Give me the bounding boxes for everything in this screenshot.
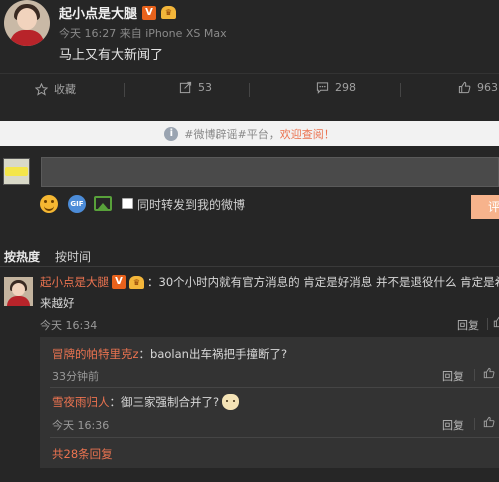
info-icon: i: [164, 126, 179, 141]
reply-reply-button[interactable]: 回复: [442, 368, 464, 384]
verified-badge-icon: V: [142, 5, 157, 20]
thumbs-up-icon[interactable]: [483, 367, 495, 379]
comment-count: 298: [335, 81, 356, 94]
reply-line: 雪夜雨归人 ：御三家强制合并了?: [52, 394, 240, 410]
commenter-avatar[interactable]: [4, 277, 33, 306]
comment-text-continued: 来越好: [40, 296, 75, 310]
more-replies-link[interactable]: 共28条回复: [52, 446, 113, 462]
submit-comment-button[interactable]: 评论: [471, 195, 499, 219]
action-divider: [124, 83, 125, 97]
gif-icon[interactable]: GIF: [68, 195, 86, 213]
image-icon[interactable]: [94, 196, 112, 211]
post-time: 今天 16:27: [59, 27, 117, 40]
divider: [0, 266, 499, 267]
like-button[interactable]: 963: [458, 81, 498, 94]
favorite-label: 收藏: [54, 83, 76, 96]
reply-text: ：baolan出车祸把手撞断了?: [138, 347, 288, 361]
comment-input[interactable]: [41, 157, 499, 187]
thumbs-up-icon[interactable]: [493, 316, 499, 328]
cat-emoji-icon: [222, 394, 240, 410]
divider: [487, 318, 488, 330]
action-divider: [249, 83, 250, 97]
tab-sort-hot[interactable]: 按热度: [4, 248, 40, 265]
comment-text: ：30个小时内就有官方消息的 肯定是好消息 并不是退役什么 肯定是希望: [147, 275, 499, 289]
avatar-face: [12, 283, 25, 296]
post-source-prefix: 来自: [119, 27, 142, 40]
thumbs-up-icon[interactable]: [483, 416, 495, 428]
reply-author[interactable]: 冒牌的帕特里克z: [52, 346, 139, 362]
notice-text: #微博辟谣#平台，: [184, 127, 280, 141]
commenter-name[interactable]: 起小点是大腿: [40, 274, 109, 290]
favorite-button[interactable]: 收藏: [35, 81, 76, 97]
action-bar: 收藏 53 298 963: [0, 73, 499, 103]
reply-line: 冒牌的帕特里克z ：baolan出车祸把手撞断了?: [52, 346, 287, 362]
divider: [50, 387, 499, 388]
action-divider: [400, 83, 401, 97]
comment-icon: [316, 82, 329, 94]
notice-link[interactable]: 欢迎查阅！: [280, 126, 335, 142]
rumor-notice[interactable]: i #微博辟谣#平台， 欢迎查阅！: [0, 121, 499, 146]
post-text: 马上又有大新闻了: [59, 48, 164, 63]
reply-reply-button[interactable]: 回复: [442, 417, 464, 433]
my-avatar: [3, 158, 30, 185]
avatar-body: [7, 296, 30, 306]
comment-button[interactable]: 298: [316, 81, 356, 94]
comment-reply-button[interactable]: 回复: [457, 317, 479, 333]
comment-time: 今天 16:34: [40, 319, 98, 332]
avatar-tag: [5, 167, 28, 176]
member-crown-icon: ♛: [129, 275, 144, 289]
emoji-icon[interactable]: [40, 195, 58, 213]
avatar-face: [17, 8, 37, 30]
divider: [474, 418, 475, 430]
post-meta: 今天 16:27 来自 iPhone XS Max: [59, 25, 227, 41]
repost-checkbox-label: 同时转发到我的微博: [137, 198, 246, 212]
repost-icon: [179, 81, 192, 94]
star-icon: [35, 82, 48, 96]
reply-text: ：御三家强制合并了?: [109, 395, 220, 409]
replies-box: 冒牌的帕特里克z ：baolan出车祸把手撞断了? 33分钟前 回复 雪夜雨归人…: [40, 337, 499, 468]
avatar-body: [10, 30, 44, 46]
tab-sort-time[interactable]: 按时间: [55, 248, 91, 265]
reply-author[interactable]: 雪夜雨归人: [52, 394, 110, 410]
post-source: iPhone XS Max: [145, 27, 227, 40]
author-name[interactable]: 起小点是大腿: [59, 3, 137, 22]
reply-time: 33分钟前: [52, 370, 99, 383]
repost-checkbox[interactable]: [122, 198, 133, 209]
reply-time: 今天 16:36: [52, 419, 110, 432]
member-crown-icon: ♛: [161, 6, 177, 19]
author-avatar[interactable]: [4, 0, 50, 46]
divider: [474, 369, 475, 381]
thumbs-up-icon: [458, 81, 471, 94]
post-author: 起小点是大腿 V ♛: [59, 3, 177, 22]
repost-count: 53: [198, 81, 212, 94]
repost-button[interactable]: 53: [179, 81, 212, 94]
verified-badge-icon: V: [112, 275, 126, 289]
like-count: 963: [477, 81, 498, 94]
comment-line: 起小点是大腿 V ♛ ：30个小时内就有官方消息的 肯定是好消息 并不是退役什么…: [40, 274, 499, 290]
divider: [50, 437, 499, 438]
